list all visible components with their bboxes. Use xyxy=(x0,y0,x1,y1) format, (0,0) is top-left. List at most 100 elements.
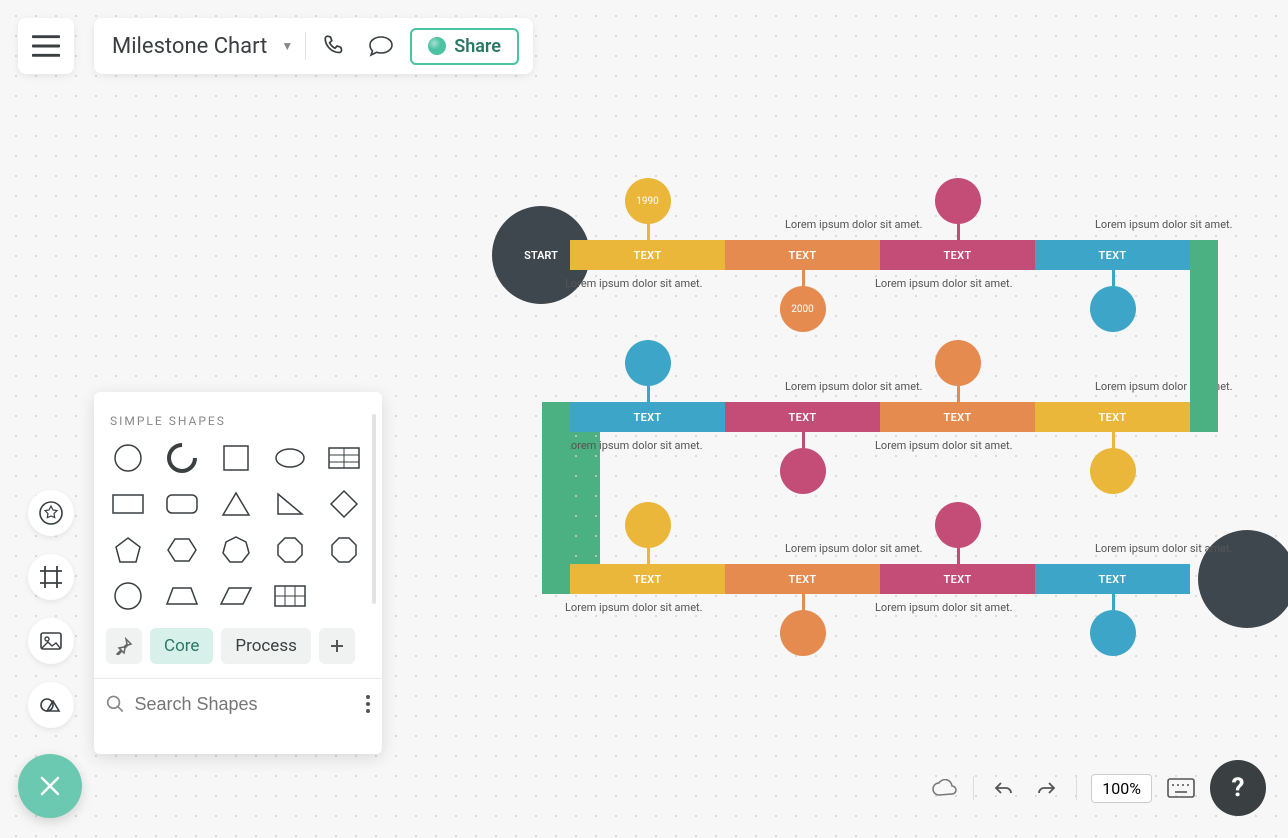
shape-octagon1[interactable] xyxy=(268,532,312,568)
shape-octagon2[interactable] xyxy=(322,532,366,568)
title-bar: Milestone Chart ▼ Share xyxy=(94,18,533,74)
milestone-bubble[interactable]: 2000 xyxy=(780,286,826,332)
footer-divider xyxy=(973,776,974,800)
timeline-segment[interactable]: TEXT xyxy=(570,240,725,270)
zoom-level[interactable]: 100% xyxy=(1091,774,1152,803)
timeline-segment[interactable]: TEXT xyxy=(1035,402,1190,432)
milestone-bubble[interactable] xyxy=(780,610,826,656)
close-icon xyxy=(37,773,63,799)
milestone-annotation: Lorem ipsum dolor sit amet. xyxy=(785,380,923,393)
timeline-segment[interactable]: TEXT xyxy=(725,564,880,594)
timeline-segment[interactable]: TEXT xyxy=(880,240,1035,270)
chat-icon xyxy=(367,35,395,57)
shape-decagon[interactable] xyxy=(106,578,150,614)
footer-divider xyxy=(1076,776,1077,800)
help-button[interactable]: ? xyxy=(1210,760,1266,816)
chat-button[interactable] xyxy=(364,29,398,63)
footer-controls: 100% ? xyxy=(929,760,1266,816)
shape-diamond[interactable] xyxy=(322,486,366,522)
shape-ellipse[interactable] xyxy=(268,440,312,476)
shapes-tool[interactable] xyxy=(28,682,74,728)
shape-right-triangle[interactable] xyxy=(268,486,312,522)
tab-process[interactable]: Process xyxy=(221,628,310,664)
timeline-segment[interactable]: TEXT xyxy=(725,402,880,432)
timeline-segment[interactable]: TEXT xyxy=(1035,564,1190,594)
star-icon xyxy=(38,500,64,526)
timeline-segment[interactable]: TEXT xyxy=(725,240,880,270)
milestone-bubble[interactable] xyxy=(780,448,826,494)
milestone-bubble[interactable] xyxy=(935,340,981,386)
milestone-annotation: Lorem ipsum dolor sit amet. xyxy=(565,601,703,614)
pin-icon xyxy=(115,637,133,655)
redo-button[interactable] xyxy=(1032,773,1062,803)
favorites-tool[interactable] xyxy=(28,490,74,536)
main-menu-button[interactable] xyxy=(18,18,74,74)
milestone-bubble[interactable]: 1990 xyxy=(625,178,671,224)
left-rail xyxy=(28,490,74,728)
phone-icon xyxy=(322,33,348,59)
timeline-segment[interactable]: TEXT xyxy=(570,564,725,594)
milestone-annotation: Lorem ipsum dolor sit amet. xyxy=(785,542,923,555)
milestone-bubble[interactable] xyxy=(1090,610,1136,656)
shape-hexagon[interactable] xyxy=(160,532,204,568)
shapes-panel: SIMPLE SHAPES Core Process xyxy=(94,392,382,754)
shape-parallelogram[interactable] xyxy=(214,578,258,614)
search-icon xyxy=(106,693,124,715)
milestone-annotation: Lorem ipsum dolor sit amet. xyxy=(875,601,1013,614)
shape-grid[interactable] xyxy=(268,578,312,614)
frame-tool[interactable] xyxy=(28,554,74,600)
timeline-segment[interactable]: TEXT xyxy=(880,564,1035,594)
title-dropdown-icon[interactable]: ▼ xyxy=(281,39,293,53)
shape-triangle[interactable] xyxy=(214,486,258,522)
shapes-more-button[interactable] xyxy=(366,695,370,713)
hamburger-icon xyxy=(32,34,60,58)
milestone-bubble[interactable] xyxy=(1090,286,1136,332)
shape-pentagon[interactable] xyxy=(106,532,150,568)
milestone-bubble[interactable] xyxy=(625,340,671,386)
globe-icon xyxy=(428,37,446,55)
shapes-scrollbar[interactable] xyxy=(372,414,376,604)
milestone-annotation: Lorem ipsum dolor sit amet. xyxy=(1095,542,1233,555)
shape-heptagon[interactable] xyxy=(214,532,258,568)
milestone-timeline[interactable]: STARTTEXT1990Lorem ipsum dolor sit amet.… xyxy=(490,186,1210,636)
timeline-segment[interactable]: TEXT xyxy=(1035,240,1190,270)
shapes-search-input[interactable] xyxy=(134,694,356,715)
shape-donut[interactable] xyxy=(160,440,204,476)
pin-tab[interactable] xyxy=(106,628,142,664)
undo-button[interactable] xyxy=(988,773,1018,803)
milestone-bubble[interactable] xyxy=(1090,448,1136,494)
shape-rect[interactable] xyxy=(106,486,150,522)
call-button[interactable] xyxy=(318,29,352,63)
milestone-annotation: Lorem ipsum dolor sit amet. xyxy=(785,218,923,231)
toolbar-divider xyxy=(305,32,306,60)
shape-square[interactable] xyxy=(214,440,258,476)
add-tab[interactable] xyxy=(319,628,355,664)
redo-icon xyxy=(1037,780,1057,796)
cloud-icon xyxy=(931,779,957,797)
milestone-bubble[interactable] xyxy=(935,502,981,548)
plus-icon xyxy=(329,638,345,654)
milestone-bubble[interactable] xyxy=(625,502,671,548)
close-panel-button[interactable] xyxy=(18,754,82,818)
share-button[interactable]: Share xyxy=(410,28,519,65)
shapes-panel-title: SIMPLE SHAPES xyxy=(94,392,382,440)
tab-core[interactable]: Core xyxy=(150,628,213,664)
shape-table[interactable] xyxy=(322,440,366,476)
milestone-bubble[interactable] xyxy=(935,178,981,224)
document-title[interactable]: Milestone Chart xyxy=(112,34,267,59)
connector-right xyxy=(1190,240,1218,432)
timeline-segment[interactable]: TEXT xyxy=(880,402,1035,432)
connector-left xyxy=(542,402,570,594)
milestone-annotation: Lorem ipsum dolor sit amet. xyxy=(875,439,1013,452)
shape-round-rect[interactable] xyxy=(160,486,204,522)
keyboard-button[interactable] xyxy=(1166,773,1196,803)
cloud-status[interactable] xyxy=(929,773,959,803)
shape-trapezoid[interactable] xyxy=(160,578,204,614)
milestone-annotation: Lorem ipsum dolor sit amet. xyxy=(1095,218,1233,231)
keyboard-icon xyxy=(1167,778,1195,798)
shape-circle[interactable] xyxy=(106,440,150,476)
help-label: ? xyxy=(1232,773,1245,803)
image-tool[interactable] xyxy=(28,618,74,664)
milestone-annotation: Lorem ipsum dolor sit amet. xyxy=(875,277,1013,290)
timeline-segment[interactable]: TEXT xyxy=(570,402,725,432)
